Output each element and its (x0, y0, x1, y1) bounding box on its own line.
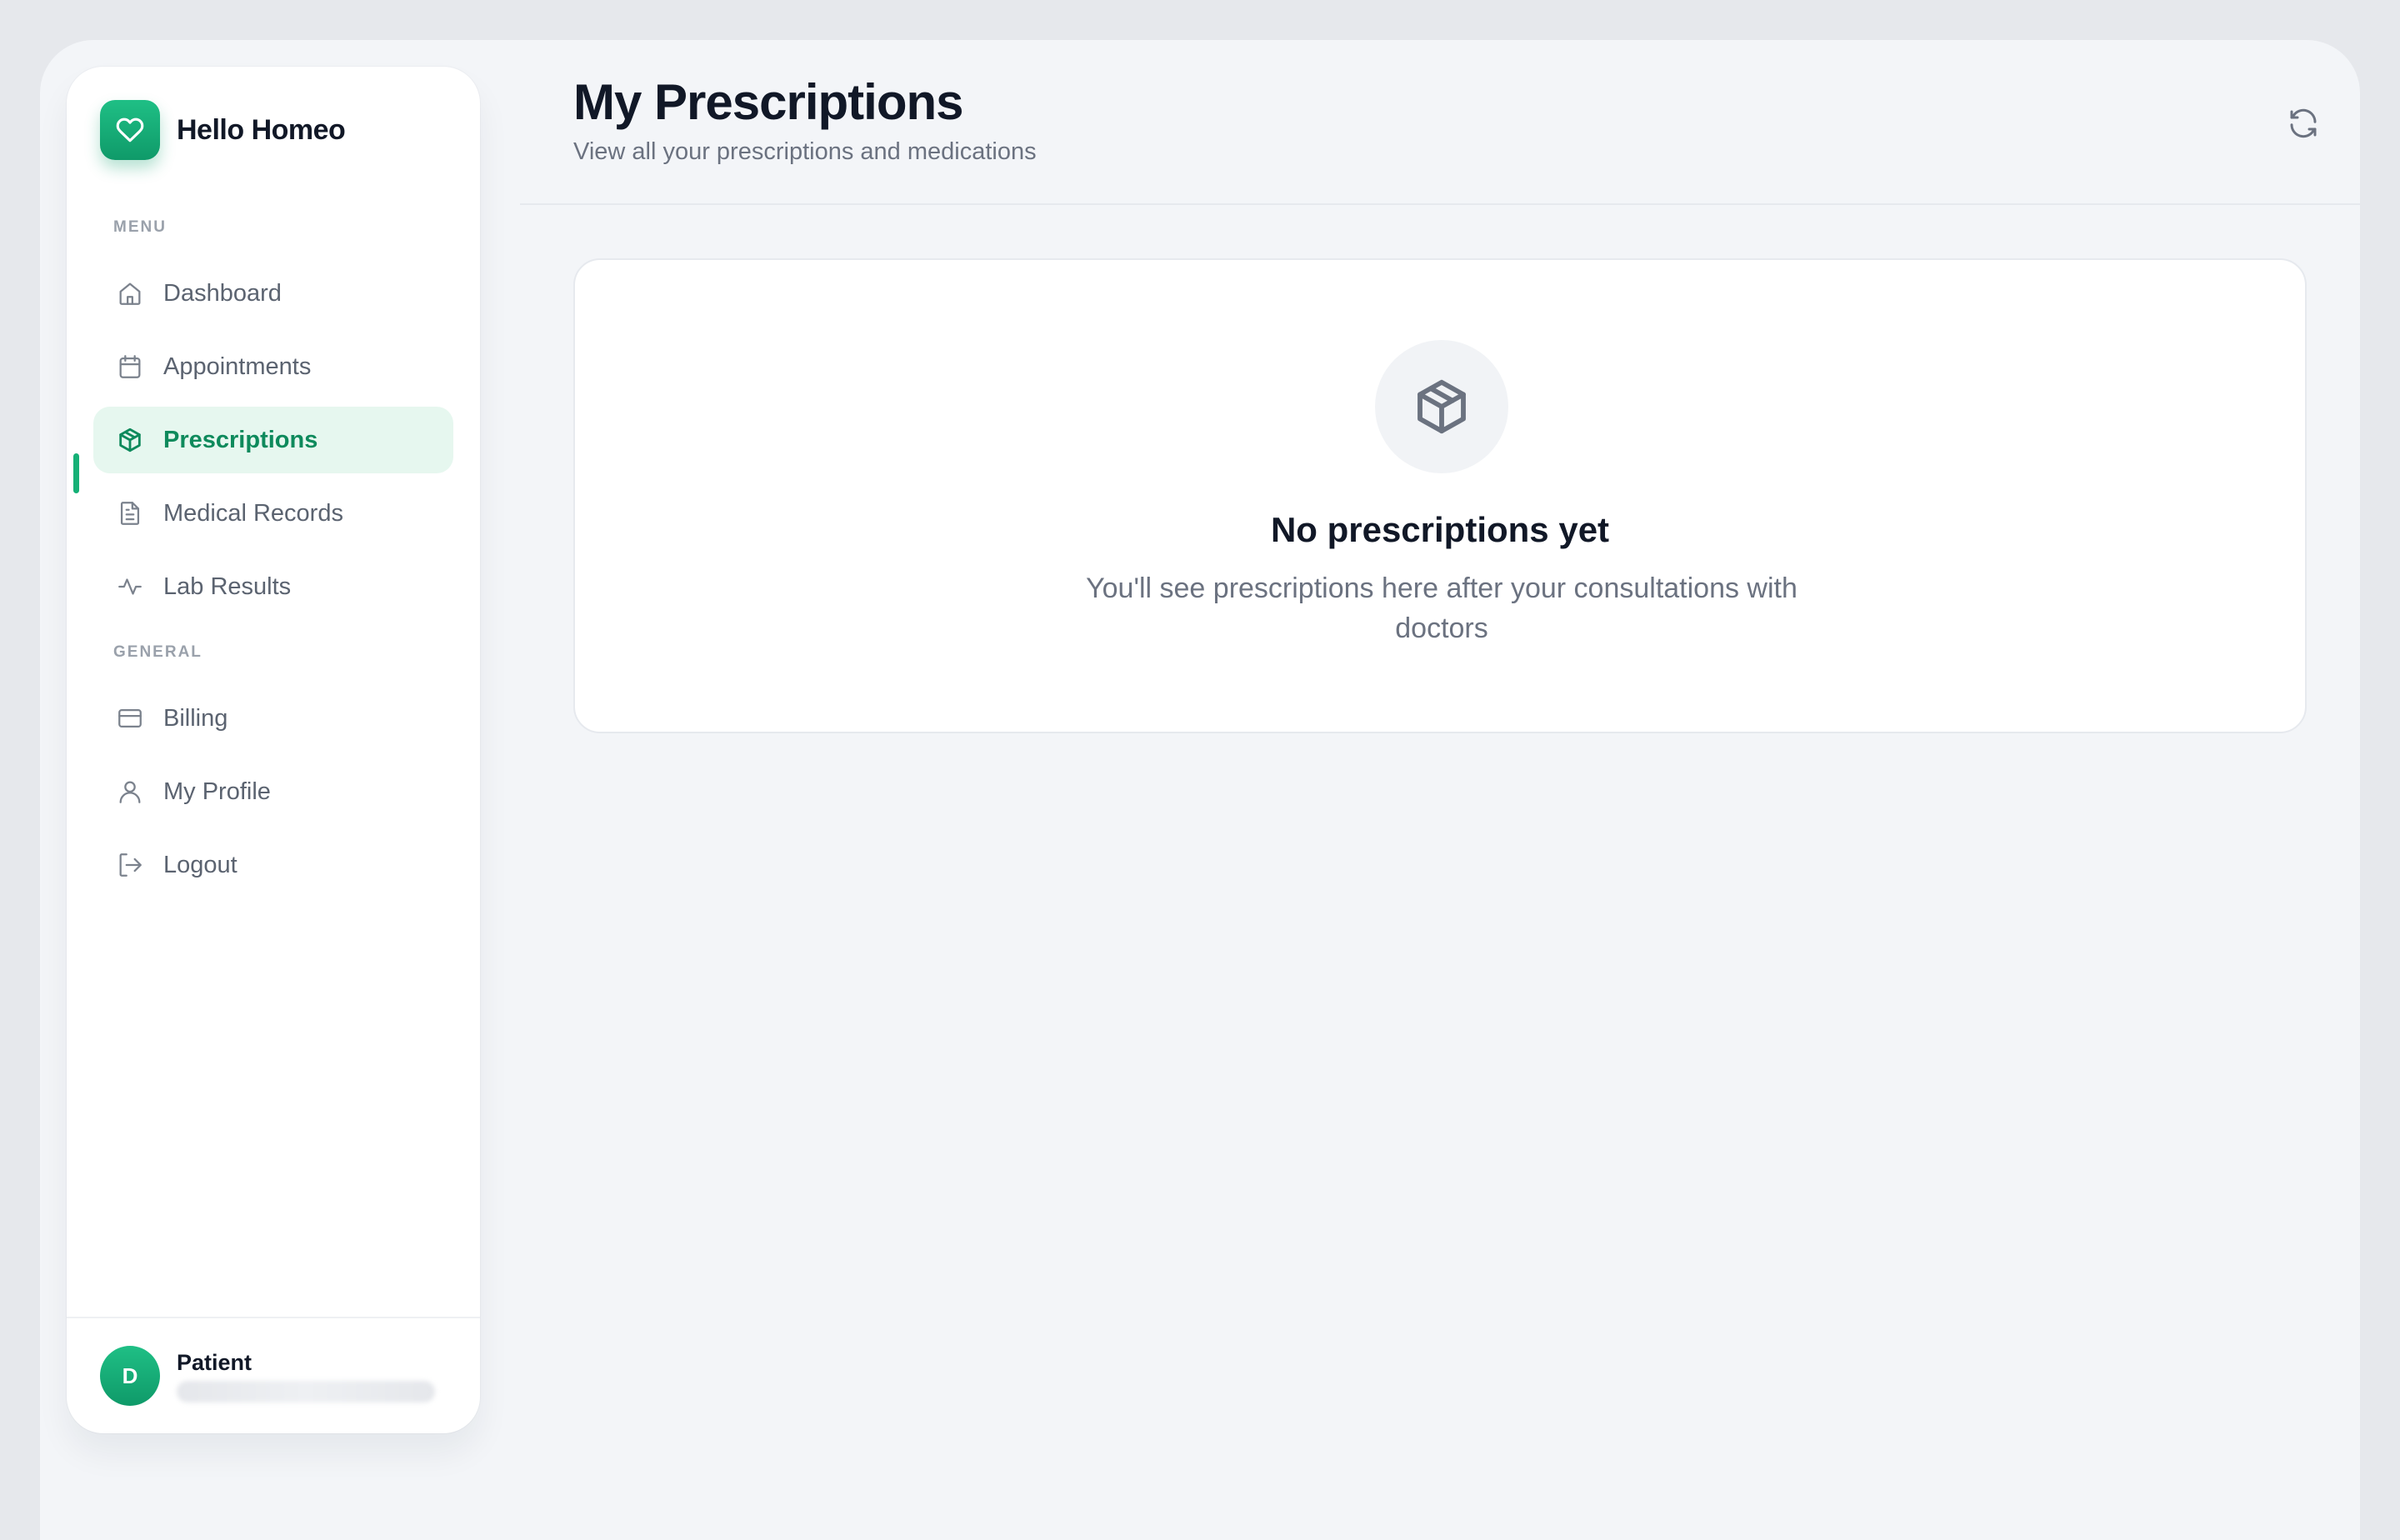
sidebar-item-prescriptions[interactable]: Prescriptions (93, 407, 453, 473)
brand[interactable]: Hello Homeo (100, 100, 346, 160)
refresh-icon (2290, 108, 2317, 138)
general-section-label: GENERAL (113, 643, 202, 661)
activity-icon (113, 570, 147, 603)
user-email-redacted (177, 1380, 435, 1402)
sidebar-item-label: Logout (163, 851, 238, 878)
credit-card-icon (113, 702, 147, 735)
page-header: My Prescriptions View all your prescript… (520, 40, 2360, 205)
sidebar-item-label: Appointments (163, 352, 312, 380)
sidebar-item-label: Dashboard (163, 279, 282, 307)
page-title: My Prescriptions (573, 74, 963, 130)
sidebar-item-label: Medical Records (163, 499, 343, 527)
empty-state-description: You'll see prescriptions here after your… (1086, 572, 1798, 644)
sidebar-item-logout[interactable]: Logout (93, 832, 453, 898)
heart-logo-icon (100, 100, 160, 160)
sidebar-item-lab-results[interactable]: Lab Results (93, 553, 453, 620)
logout-icon (113, 848, 147, 882)
empty-state-title: No prescriptions yet (1270, 510, 1610, 549)
app-window: Hello Homeo MENU Dashboard Appointments (40, 40, 2360, 1540)
user-role: Patient (177, 1349, 252, 1375)
sidebar-item-dashboard[interactable]: Dashboard (93, 260, 453, 327)
file-text-icon (113, 497, 147, 530)
page-subtitle: View all your prescriptions and medicati… (573, 138, 1037, 165)
brand-name: Hello Homeo (177, 113, 346, 146)
sidebar-item-appointments[interactable]: Appointments (93, 333, 453, 400)
refresh-button[interactable] (2280, 100, 2327, 147)
sidebar: Hello Homeo MENU Dashboard Appointments (67, 67, 480, 1433)
sidebar-item-label: Lab Results (163, 572, 292, 600)
sidebar-item-label: My Profile (163, 778, 271, 805)
active-indicator (73, 453, 79, 493)
user-icon (113, 775, 147, 808)
menu-section-label: MENU (113, 218, 167, 236)
home-icon (113, 277, 147, 310)
package-icon (1375, 340, 1508, 473)
empty-state-card: No prescriptions yet You'll see prescrip… (573, 258, 2307, 733)
calendar-icon (113, 350, 147, 383)
avatar: D (100, 1346, 160, 1406)
sidebar-item-my-profile[interactable]: My Profile (93, 758, 453, 825)
sidebar-item-label: Prescriptions (163, 426, 318, 453)
user-card[interactable]: D Patient (67, 1317, 480, 1433)
sidebar-item-billing[interactable]: Billing (93, 685, 453, 752)
sidebar-item-medical-records[interactable]: Medical Records (93, 480, 453, 547)
package-icon (113, 423, 147, 457)
sidebar-item-label: Billing (163, 704, 228, 732)
